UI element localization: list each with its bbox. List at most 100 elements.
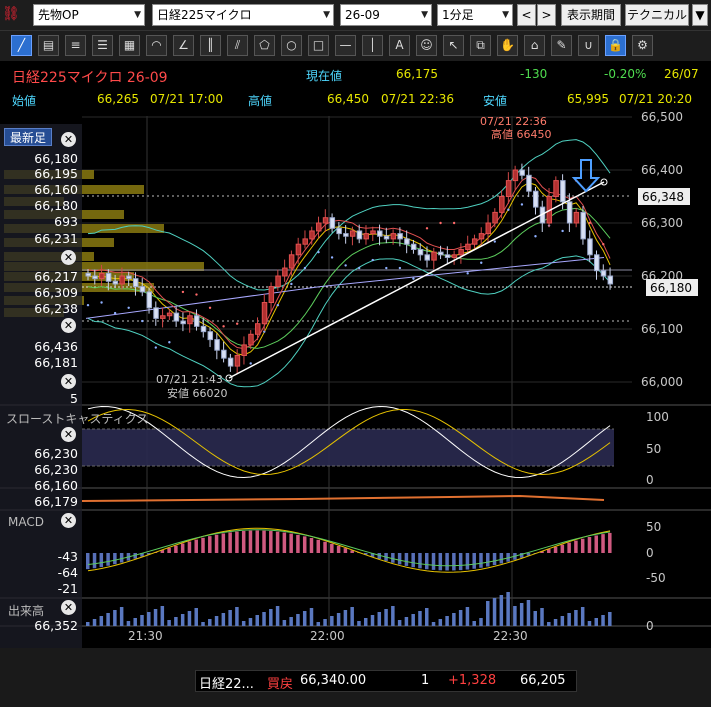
fan-tool-icon[interactable]: ∠ (173, 35, 194, 56)
contract-select[interactable]: 26-09 ▼ (340, 4, 432, 26)
text-tool-icon[interactable]: A (389, 35, 410, 56)
horizontal-lines-tool-icon[interactable]: ☰ (92, 35, 113, 56)
tags-tool-icon[interactable]: ✎ (551, 35, 572, 56)
channel-tool-icon[interactable]: ⫽ (227, 35, 248, 56)
volume-bar (343, 610, 348, 626)
price-indicator-value: 66,181 (34, 355, 78, 370)
candle-body (431, 251, 437, 261)
parabolic-sar-dots (86, 179, 605, 365)
indicator-values-panel: 最新足 ✕ 66,180 66,195 66,160 66,180 693 66… (0, 124, 148, 648)
candle-body (302, 238, 308, 245)
sar-dot (507, 208, 510, 211)
volume-bar (153, 609, 158, 626)
sar-dot (425, 227, 429, 230)
pentagon-tool-icon[interactable]: ⬠ (254, 35, 275, 56)
copy-tool-icon[interactable]: ⧉ (470, 35, 491, 56)
vertical-lines-tool-icon[interactable]: ║ (200, 35, 221, 56)
candle-body (532, 190, 539, 208)
candle-body (180, 320, 186, 325)
display-period-button[interactable]: 表示期間 (561, 4, 621, 26)
position-row[interactable]: 日経22... 買戻 66,340.00 1 +1,328 66,205 (195, 670, 577, 692)
latest-bar-button[interactable]: 最新足 (4, 128, 52, 146)
trendline-tool-icon[interactable]: ╱ (11, 35, 32, 56)
macd-bar (486, 553, 490, 567)
macd-bar (113, 553, 117, 565)
volume-bar (486, 601, 490, 626)
macd-value: -21 (57, 581, 78, 596)
hand-tool-icon[interactable]: ✋ (497, 35, 518, 56)
macd-bar (574, 540, 578, 553)
macd-bar (411, 553, 415, 568)
tag-tool-icon[interactable]: ⌂ (524, 35, 545, 56)
macd-bar (269, 531, 273, 553)
candle-body (132, 278, 139, 288)
position-status-bar: 日経22... 買戻 66,340.00 1 +1,328 66,205 (0, 648, 711, 707)
candle-body (471, 238, 478, 245)
macd-bar (445, 553, 449, 571)
market-select[interactable]: 先物OP ▼ (33, 4, 145, 26)
candle-body (410, 243, 417, 250)
close-icon[interactable]: ✕ (61, 513, 76, 528)
volume-bar (506, 592, 510, 626)
price-indicator-value: 66,180 (34, 151, 78, 166)
link-icon[interactable]: ⛓ (2, 6, 28, 24)
icon-tool-icon[interactable]: ☺ (416, 35, 437, 56)
candle-body (248, 333, 254, 346)
grid-lines-tool-icon[interactable]: ▦ (119, 35, 140, 56)
parallel-lines-tool-icon[interactable]: ≡ (65, 35, 86, 56)
macd-line (87, 527, 611, 573)
time-tick: 21:30 (128, 629, 163, 643)
sar-dot (303, 266, 307, 270)
close-icon[interactable]: ✕ (61, 250, 76, 265)
volume-bar (119, 607, 124, 626)
symbol-select[interactable]: 日経225マイクロ ▼ (152, 4, 334, 26)
technical-button[interactable]: テクニカル (625, 4, 689, 26)
arc-tool-icon[interactable]: ◠ (146, 35, 167, 56)
gear-icon[interactable]: ⚙ (632, 35, 653, 56)
candle-body (336, 227, 342, 235)
close-icon[interactable]: ✕ (61, 374, 76, 389)
prev-button[interactable]: < (517, 4, 536, 26)
trendline[interactable] (228, 181, 605, 379)
rectangle-tool-icon[interactable]: □ (308, 35, 329, 56)
close-icon[interactable]: ✕ (61, 318, 76, 333)
sar-dot (208, 306, 212, 309)
volume-bar (126, 621, 131, 626)
chart-area[interactable]: 07/21 22:36 高値 66450 07/21 21:43 安値 6602… (0, 112, 711, 648)
sar-dot (127, 306, 130, 309)
sar-dot (290, 282, 293, 286)
candle-body (499, 196, 505, 213)
hline-tool-icon[interactable]: — (335, 35, 356, 56)
interval-select[interactable]: 1分足 ▼ (437, 4, 513, 26)
candle-body (363, 233, 369, 240)
price-indicator-value: 66,436 (34, 339, 78, 354)
close-icon[interactable]: ✕ (61, 132, 76, 147)
next-button[interactable]: > (537, 4, 556, 26)
stochastic-value: 66,230 (34, 446, 78, 461)
ruler-tool-icon[interactable]: ▤ (38, 35, 59, 56)
candle-body (458, 249, 464, 256)
candle-body (187, 315, 193, 325)
volume-bar (86, 622, 90, 626)
high-value: 66,450 (327, 92, 369, 106)
magnet-tool-icon[interactable]: ∪ (578, 35, 599, 56)
candle-body (383, 235, 390, 240)
close-icon[interactable]: ✕ (61, 427, 76, 442)
stoch-tick: 100 (646, 410, 669, 424)
lock-tool-icon[interactable]: 🔒 (605, 35, 626, 56)
macd-bar (309, 538, 314, 553)
cursor-tool-icon[interactable]: ↖ (443, 35, 464, 56)
candle-body (261, 302, 268, 325)
volume-bar (275, 606, 280, 626)
volume-bar (357, 621, 361, 626)
candle-body (478, 233, 485, 240)
high-label: 高値 (248, 94, 273, 108)
circle-tool-icon[interactable]: ○ (281, 35, 302, 56)
close-icon[interactable]: ✕ (61, 600, 76, 615)
more-chevron-button[interactable]: ▼ (692, 4, 708, 26)
candle-body (221, 349, 227, 359)
volume-bar (445, 616, 449, 626)
market-select-value: 先物OP (38, 8, 79, 22)
macd-bar (201, 537, 205, 553)
vline-tool-icon[interactable]: │ (362, 35, 383, 56)
